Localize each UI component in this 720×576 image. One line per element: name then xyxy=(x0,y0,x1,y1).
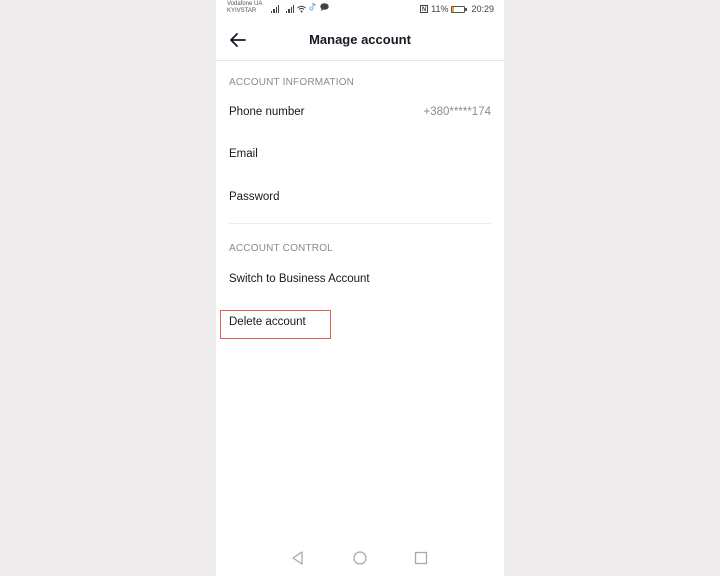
back-triangle-icon xyxy=(292,551,303,565)
carrier-names: Vodafone UA KYIVSTAR xyxy=(227,1,262,15)
header: Manage account xyxy=(216,22,504,61)
wifi-icon xyxy=(297,5,307,13)
status-icons-left xyxy=(271,2,330,13)
clock: 20:29 xyxy=(471,4,494,14)
row-delete-account[interactable]: Delete account xyxy=(216,306,504,342)
row-label: Switch to Business Account xyxy=(229,273,370,285)
android-nav-bar xyxy=(216,540,504,576)
signal-icon xyxy=(286,5,295,13)
chat-icon xyxy=(320,3,330,13)
nfc-icon: N xyxy=(420,5,429,13)
row-phone-number[interactable]: Phone number +380*****174 xyxy=(216,96,504,132)
page-title: Manage account xyxy=(309,32,411,47)
row-label: Password xyxy=(229,191,280,203)
battery-percent: 11% xyxy=(431,4,449,14)
battery-icon xyxy=(451,5,468,13)
status-bar: Vodafone UA KYIVSTAR N 11% 20:29 xyxy=(216,0,504,20)
row-switch-to-business-account[interactable]: Switch to Business Account xyxy=(216,263,504,299)
home-circle-icon xyxy=(353,551,367,565)
section-divider xyxy=(229,223,491,224)
app-notification-icon xyxy=(309,2,317,13)
row-label: Phone number xyxy=(229,106,305,118)
section-label-account-information: ACCOUNT INFORMATION xyxy=(229,77,355,88)
nav-recents-button[interactable] xyxy=(413,550,429,566)
carrier-1: Vodafone UA xyxy=(227,1,263,7)
nav-back-button[interactable] xyxy=(290,550,306,566)
row-password[interactable]: Password xyxy=(216,181,504,217)
battery-fill xyxy=(452,6,455,12)
phone-number-value: +380*****174 xyxy=(423,106,491,118)
status-icons-right: N 11% 20:29 xyxy=(420,4,494,14)
row-email[interactable]: Email xyxy=(216,138,504,174)
section-label-account-control: ACCOUNT CONTROL xyxy=(229,243,333,254)
signal-icon xyxy=(271,5,280,13)
nav-home-button[interactable] xyxy=(352,550,368,566)
recents-square-icon xyxy=(414,551,428,565)
row-label: Delete account xyxy=(229,316,306,328)
phone-screen: Vodafone UA KYIVSTAR N 11% 20:29 Manage … xyxy=(216,0,504,576)
row-label: Email xyxy=(229,148,258,160)
carrier-2: KYIVSTAR xyxy=(227,8,257,14)
